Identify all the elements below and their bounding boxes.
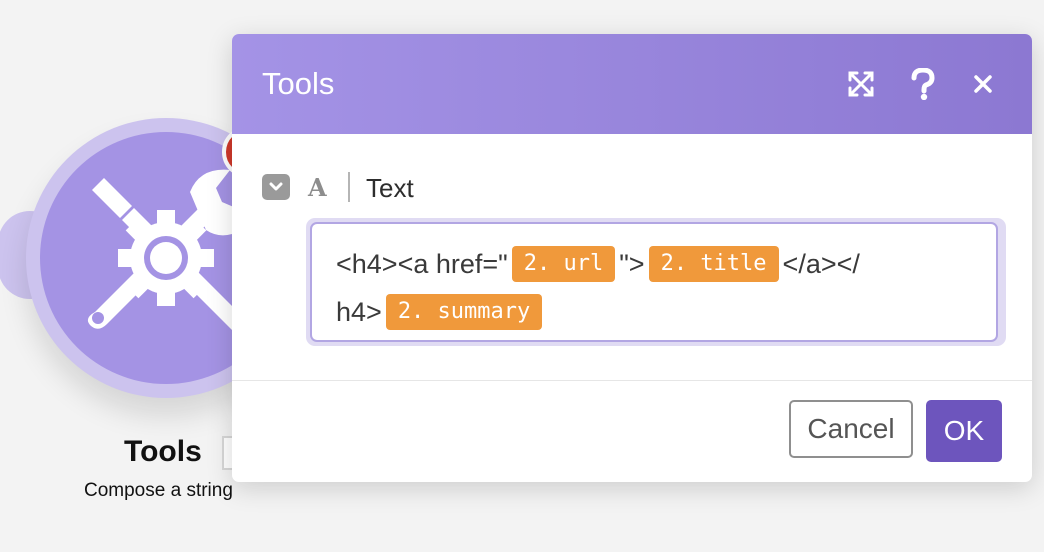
help-button[interactable] xyxy=(903,64,943,104)
help-icon xyxy=(911,68,935,100)
text-input[interactable]: <h4><a href=" 2. url "> 2. title </a></ … xyxy=(310,222,998,342)
variable-tag-url[interactable]: 2. url xyxy=(511,246,616,282)
footer-divider xyxy=(232,380,1032,381)
cancel-button[interactable]: Cancel xyxy=(789,400,913,458)
expand-button[interactable] xyxy=(841,64,881,104)
close-icon xyxy=(974,75,992,93)
tools-dialog: Tools A Text <h4><a href=" 2. url "> 2. … xyxy=(232,34,1032,482)
input-text-segment: <h4><a href=" xyxy=(336,249,508,279)
text-type-icon: A xyxy=(308,173,327,202)
input-text-segment: </a></ xyxy=(782,249,860,279)
variable-tag-summary[interactable]: 2. summary xyxy=(385,294,543,330)
text-field-row: A Text xyxy=(262,172,1002,204)
dialog-header: Tools xyxy=(232,34,1032,134)
dialog-title: Tools xyxy=(262,66,335,101)
module-title: Tools xyxy=(124,435,202,468)
field-separator xyxy=(348,172,350,202)
ok-button[interactable]: OK xyxy=(926,400,1002,462)
input-text-segment: h4> xyxy=(336,297,382,327)
module-subtitle: Compose a string xyxy=(84,480,233,501)
variable-tag-title[interactable]: 2. title xyxy=(648,246,779,282)
input-line-1: <h4><a href=" 2. url "> 2. title </a></ xyxy=(336,244,860,284)
field-label: Text xyxy=(366,173,414,203)
scenario-canvas: Tools Compose a string Tools A Text <h4>… xyxy=(0,0,1044,552)
input-text-segment: "> xyxy=(619,249,645,279)
field-collapse-toggle[interactable] xyxy=(262,174,290,200)
chevron-down-icon xyxy=(269,182,283,191)
expand-icon xyxy=(848,71,874,97)
input-line-2: h4> 2. summary xyxy=(336,292,546,332)
close-button[interactable] xyxy=(963,64,1003,104)
text-input-focus-ring: <h4><a href=" 2. url "> 2. title </a></ … xyxy=(306,218,1006,346)
